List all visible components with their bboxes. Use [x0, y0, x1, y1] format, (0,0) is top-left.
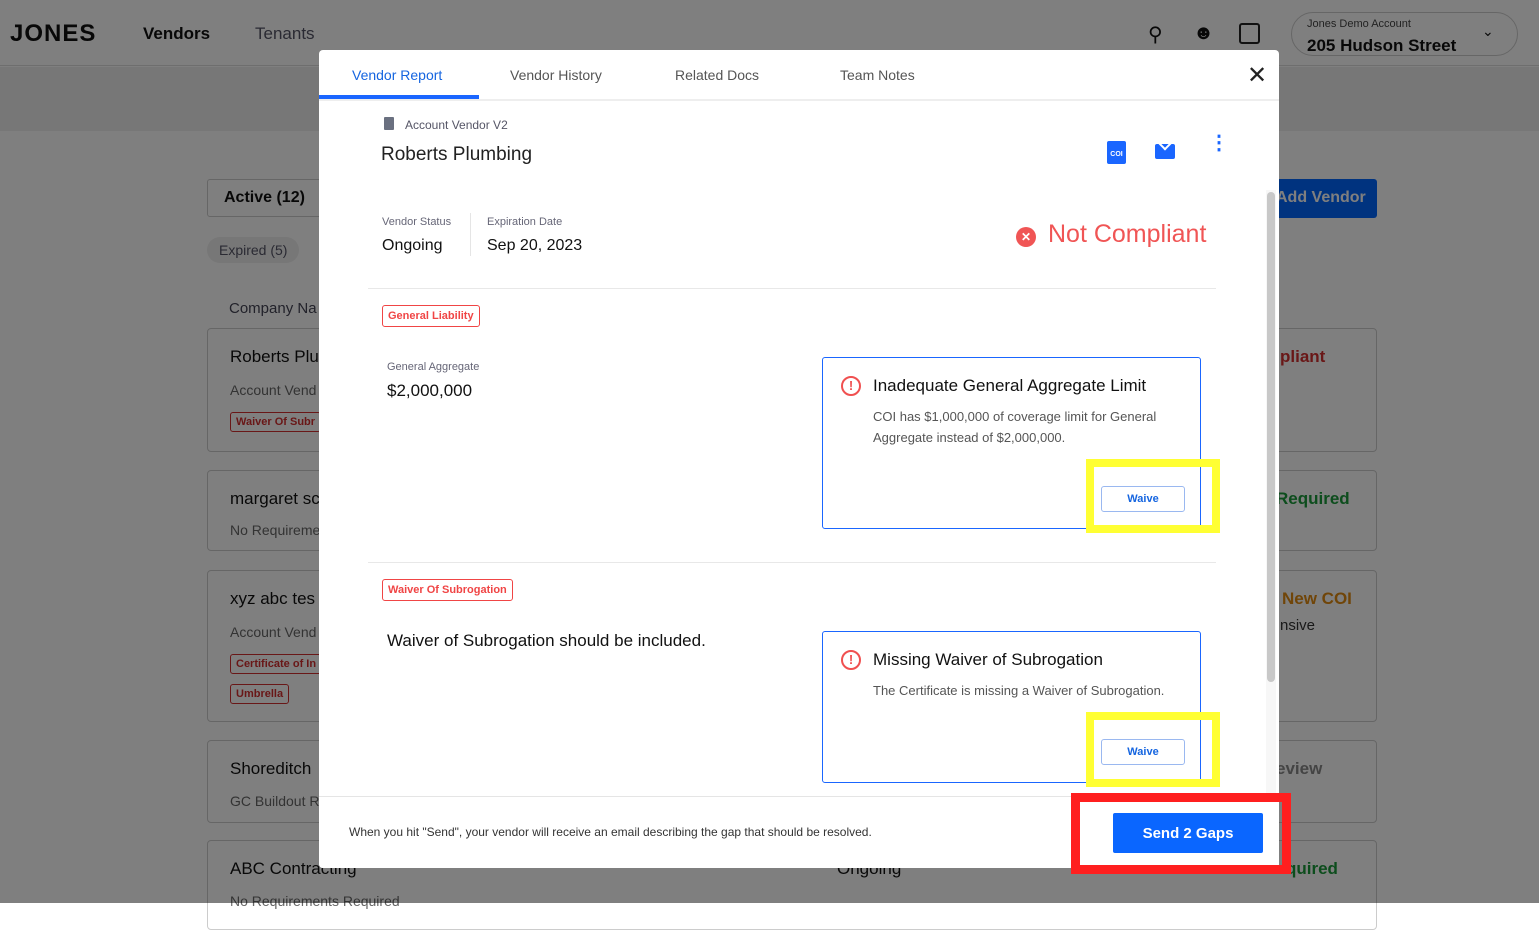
- tab-team-notes[interactable]: Team Notes: [840, 67, 915, 83]
- section-tag-general-liability: General Liability: [382, 305, 480, 327]
- error-circle-icon: ✕: [1016, 227, 1036, 247]
- issue-description: COI has $1,000,000 of coverage limit for…: [873, 409, 1157, 445]
- alert-circle-icon: !: [841, 376, 861, 396]
- footer-note: When you hit "Send", your vendor will re…: [349, 825, 872, 839]
- issue-title: Missing Waiver of Subrogation: [873, 650, 1103, 669]
- expiration-date: Sep 20, 2023: [487, 237, 583, 254]
- field-label: General Aggregate: [387, 361, 480, 373]
- compliance-status: Not Compliant: [1048, 220, 1207, 248]
- section-tag-waiver: Waiver Of Subrogation: [382, 579, 513, 601]
- field-value: Waiver of Subrogation should be included…: [387, 631, 706, 650]
- document-icon: [384, 117, 394, 130]
- divider: [470, 213, 471, 256]
- tab-vendor-history[interactable]: Vendor History: [510, 67, 602, 83]
- vendor-status: Ongoing: [382, 237, 443, 254]
- vendor-name: Roberts Plumbing: [381, 144, 533, 165]
- highlight-box-yellow: [1086, 712, 1220, 787]
- tab-related-docs[interactable]: Related Docs: [675, 67, 759, 83]
- highlight-box-red: [1071, 793, 1291, 874]
- scrollbar-thumb[interactable]: [1267, 192, 1275, 682]
- email-icon[interactable]: [1155, 144, 1175, 159]
- coi-icon-text: COI: [1110, 151, 1123, 158]
- divider: [368, 562, 1216, 563]
- tab-vendor-report[interactable]: Vendor Report: [352, 67, 442, 83]
- close-icon[interactable]: ✕: [1247, 61, 1267, 90]
- highlight-box-yellow: [1086, 459, 1220, 533]
- doc-type: Account Vendor V2: [405, 118, 508, 132]
- issue-title: Inadequate General Aggregate Limit: [873, 376, 1147, 395]
- alert-circle-icon: !: [841, 650, 861, 670]
- expiration-label: Expiration Date: [487, 216, 563, 228]
- coi-icon[interactable]: COI: [1107, 141, 1126, 164]
- more-options-icon[interactable]: ⋮: [1209, 133, 1229, 153]
- active-tab-indicator: [319, 95, 479, 99]
- divider: [368, 288, 1216, 289]
- scrollbar-track[interactable]: [1266, 190, 1276, 796]
- vendor-status-label: Vendor Status: [382, 216, 452, 228]
- issue-description: The Certificate is missing a Waiver of S…: [873, 683, 1165, 698]
- field-value: $2,000,000: [387, 381, 473, 400]
- modal-tabs: Vendor Report Vendor History Related Doc…: [319, 50, 1279, 101]
